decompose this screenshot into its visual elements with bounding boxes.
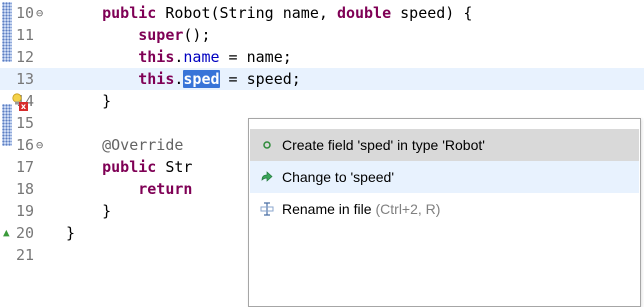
code-token: this (138, 48, 175, 66)
override-indicator-icon[interactable]: ▲ (3, 226, 10, 239)
proposal-change-to[interactable]: Change to 'speed' (250, 161, 639, 193)
code-line[interactable]: 13 this.sped = speed; (0, 68, 644, 90)
code-token: public (102, 4, 157, 22)
error-marker-icon[interactable]: x (19, 102, 28, 111)
line-number: 15 (16, 114, 35, 132)
code-token: name, (282, 4, 337, 22)
proposal-label: Change to 'speed' (282, 169, 394, 185)
code-token: super (138, 26, 184, 44)
code-line[interactable]: 12 this.name = name; (0, 46, 644, 68)
code-text[interactable]: } (66, 90, 111, 112)
code-token: Robot(String (156, 4, 283, 22)
code-text[interactable]: this.name = name; (66, 46, 292, 68)
line-number: 17 (16, 158, 35, 176)
shortcut-hint: (Ctrl+2, R) (375, 201, 441, 217)
rename-icon (259, 201, 275, 217)
code-text[interactable]: public Str (66, 156, 192, 178)
code-line[interactable]: 11 super(); (0, 24, 644, 46)
line-number: 19 (16, 202, 35, 220)
code-text[interactable]: } (66, 200, 111, 222)
code-line[interactable]: 14 } (0, 90, 644, 112)
field-dot-icon (259, 137, 275, 153)
code-token: @Override (102, 136, 184, 154)
quick-fix-popup[interactable]: Create field 'sped' in type 'Robot' Chan… (248, 118, 641, 307)
code-token: (); (183, 26, 211, 44)
code-text[interactable]: @Override (66, 134, 183, 156)
code-text[interactable]: } (66, 222, 75, 244)
proposal-create-field[interactable]: Create field 'sped' in type 'Robot' (250, 129, 639, 161)
line-number: 13 (16, 70, 35, 88)
code-token: } (102, 92, 112, 110)
code-token: this (138, 70, 175, 88)
code-line[interactable]: 10 ⊖ public Robot(String name, double spe… (0, 2, 644, 24)
line-number: 11 (16, 26, 35, 44)
proposal-label: Rename in file (282, 201, 372, 217)
code-text[interactable]: this.sped = speed; (66, 68, 301, 90)
code-token: public (102, 158, 157, 176)
change-arrow-icon (259, 169, 275, 185)
code-token: return (138, 180, 193, 198)
code-text[interactable]: public Robot(String name, double speed) … (66, 2, 472, 24)
code-token: } (102, 202, 112, 220)
fold-toggle-icon[interactable]: ⊖ (36, 134, 43, 156)
selected-identifier: sped (183, 70, 220, 88)
line-number: 20 (16, 224, 35, 242)
code-token: = name; (219, 48, 292, 66)
code-token: Str (156, 158, 193, 176)
code-token: } (66, 224, 76, 242)
proposal-rename-in-file[interactable]: Rename in file (Ctrl+2, R) (250, 193, 639, 225)
code-token: = speed; (219, 70, 301, 88)
proposal-label: Create field 'sped' in type 'Robot' (282, 137, 485, 153)
code-token: speed) { (391, 4, 473, 22)
code-text[interactable]: super(); (66, 24, 211, 46)
line-number: 18 (16, 180, 35, 198)
fold-toggle-icon[interactable]: ⊖ (36, 2, 43, 24)
code-text[interactable]: return (66, 178, 192, 200)
code-token: name (183, 48, 220, 66)
code-token: double (336, 4, 392, 22)
line-number: 12 (16, 48, 35, 66)
line-number: 21 (16, 246, 35, 264)
